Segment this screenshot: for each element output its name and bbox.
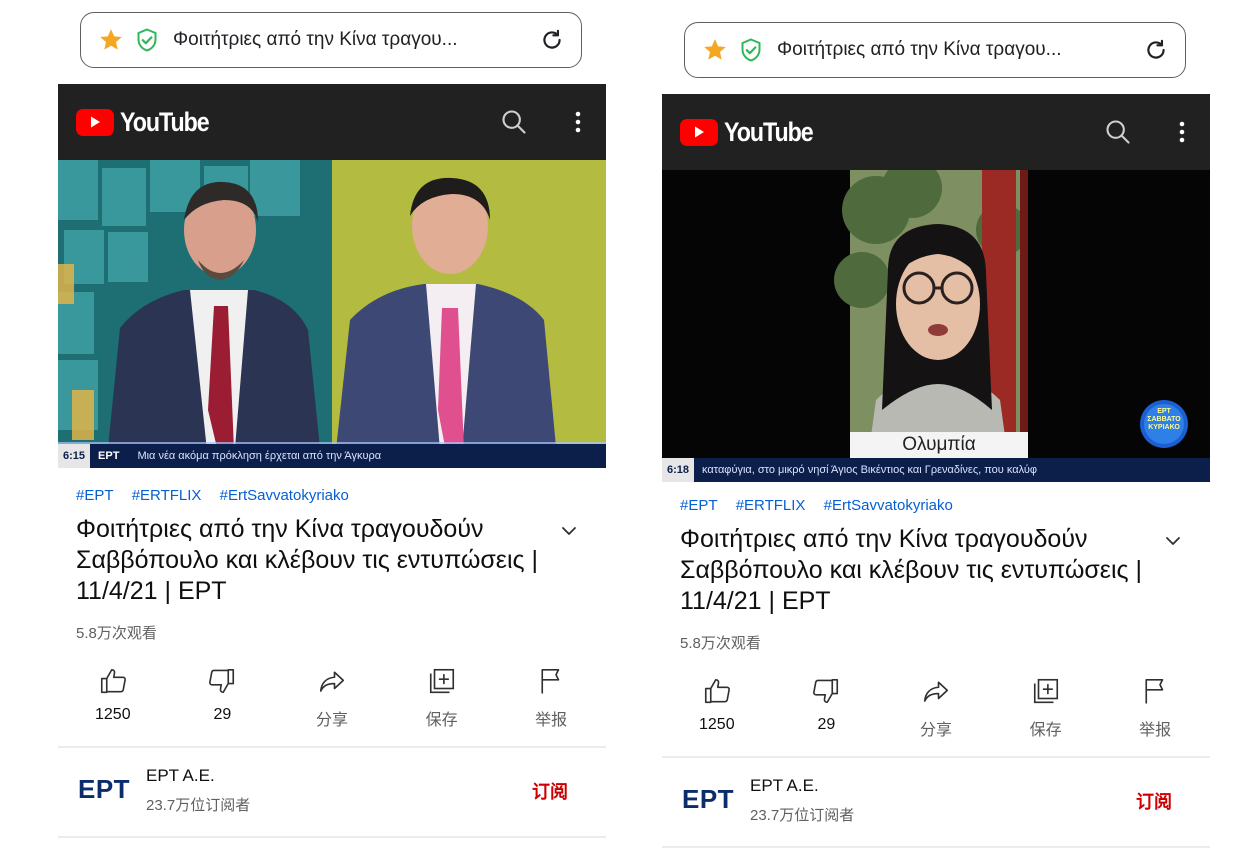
report-button[interactable]: 举报 [1100,674,1210,754]
save-playlist-icon [1029,674,1063,708]
video-player[interactable]: 6:15 EPT Μια νέα ακόμα πρόκληση έρχεται … [58,160,606,468]
video-player[interactable]: Ολυμπία EPT ΣΑΒΒΑΤΟ ΚΥΡΙΑΚΟ 6:18 καταφύγ… [662,170,1210,482]
hashtag-list: #EPT #ERTFLIX #ErtSavvatokyriako [680,497,967,514]
share-button[interactable]: 分享 [881,674,991,754]
dislike-count: 29 [213,706,232,723]
channel-row[interactable]: EPT EPT A.E. 23.7万位订阅者 订阅 [662,758,1210,846]
search-icon[interactable] [496,104,532,140]
badge-line: ΚΥΡΙΑΚΟ [1148,424,1180,431]
search-icon[interactable] [1100,114,1136,150]
thumbs-down-icon [809,674,843,708]
hashtag-list: #EPT #ERTFLIX #ErtSavvatokyriako [76,487,363,504]
ticker-time: 6:18 [662,458,695,482]
subscribe-button[interactable]: 订阅 [532,778,568,804]
share-button[interactable]: 分享 [277,664,387,744]
youtube-play-icon [76,108,114,136]
report-label: 举报 [535,712,568,729]
address-bar[interactable]: Φοιτήτριες από την Κίνα τραγου... [80,12,582,68]
view-count: 5.8万次观看 [76,625,157,642]
subscriber-count: 23.7万位订阅者 [146,797,251,814]
like-count: 1250 [699,716,735,733]
news-ticker: 6:18 καταφύγια, στο μικρό νησί Άγιος Βικ… [662,458,1210,482]
tab-title: Φοιτήτριες από την Κίνα τραγου... [173,29,458,50]
name-caption: Ολυμπία [902,434,976,455]
badge-line: ΣΑΒΒΑΤΟ [1147,416,1181,423]
youtube-header: YouTube [58,84,606,160]
save-button[interactable]: 保存 [991,674,1101,754]
ert-badge: EPT ΣΑΒΒΑΤΟ ΚΥΡΙΑΚΟ [1140,408,1188,432]
thumbs-up-icon [700,674,734,708]
youtube-logo[interactable]: YouTube [76,107,223,138]
save-playlist-icon [425,664,459,698]
flag-icon [1138,674,1172,708]
view-count: 5.8万次观看 [680,635,761,652]
hashtag-link[interactable]: #ErtSavvatokyriako [824,497,953,514]
hashtag-link[interactable]: #EPT [76,487,114,504]
security-shield-icon[interactable] [739,37,763,63]
youtube-play-icon [680,118,718,146]
hashtag-link[interactable]: #ErtSavvatokyriako [220,487,349,504]
chevron-down-icon[interactable] [1160,528,1186,554]
action-bar: 1250 29 分享 保存 举报 [662,674,1210,754]
dislike-count: 29 [817,716,836,733]
channel-avatar[interactable]: EPT [682,784,734,815]
like-button[interactable]: 1250 [58,664,168,744]
report-label: 举报 [1139,722,1172,739]
more-options-icon[interactable] [568,104,588,140]
share-label: 分享 [919,722,952,739]
youtube-logo[interactable]: YouTube [680,117,827,148]
subscriber-count: 23.7万位订阅者 [750,807,855,824]
subscribe-button[interactable]: 订阅 [1136,788,1172,814]
more-options-icon[interactable] [1172,114,1192,150]
reload-icon[interactable] [537,25,567,55]
reload-icon[interactable] [1141,35,1171,65]
bookmark-star-icon[interactable] [97,26,125,54]
ticker-time: 6:15 [58,444,91,468]
share-icon [919,674,953,708]
video-frame-news-anchors [58,160,606,468]
save-label: 保存 [425,712,458,729]
divider [58,836,606,838]
address-bar[interactable]: Φοιτήτριες από την Κίνα τραγου... [684,22,1186,78]
chevron-down-icon[interactable] [556,518,582,544]
youtube-wordmark: YouTube [724,116,814,147]
hashtag-link[interactable]: #ERTFLIX [132,487,202,504]
share-icon [315,664,349,698]
thumbs-up-icon [96,664,130,698]
channel-name[interactable]: EPT A.E. [750,776,819,796]
channel-row[interactable]: EPT EPT A.E. 23.7万位订阅者 订阅 [58,748,606,836]
thumbs-down-icon [205,664,239,698]
flag-icon [534,664,568,698]
badge-line: EPT [1157,408,1171,415]
ticker-text: Μια νέα ακόμα πρόκληση έρχεται από την Ά… [137,450,382,462]
report-button[interactable]: 举报 [496,664,606,744]
bookmark-star-icon[interactable] [701,36,729,64]
ticker-text: καταφύγια, στο μικρό νησί Άγιος Βικέντιο… [702,464,1037,476]
tab-title: Φοιτήτριες από την Κίνα τραγου... [777,39,1062,60]
youtube-wordmark: YouTube [120,106,210,137]
share-label: 分享 [315,712,348,729]
channel-avatar[interactable]: EPT [78,774,130,805]
dislike-button[interactable]: 29 [772,674,882,754]
action-bar: 1250 29 分享 保存 举报 [58,664,606,744]
youtube-header: YouTube [662,94,1210,170]
hashtag-link[interactable]: #EPT [680,497,718,514]
save-label: 保存 [1029,722,1062,739]
hashtag-link[interactable]: #ERTFLIX [736,497,806,514]
like-count: 1250 [95,706,131,723]
news-ticker: 6:15 EPT Μια νέα ακόμα πρόκληση έρχεται … [58,444,606,468]
divider [662,846,1210,848]
video-title: Φοιτήτριες από την Κίνα τραγουδούν Σαββό… [680,525,1142,615]
dislike-button[interactable]: 29 [168,664,278,744]
ticker-channel: EPT [98,450,120,462]
security-shield-icon[interactable] [135,27,159,53]
like-button[interactable]: 1250 [662,674,772,754]
save-button[interactable]: 保存 [387,664,497,744]
video-title: Φοιτήτριες από την Κίνα τραγουδούν Σαββό… [76,515,538,605]
channel-name[interactable]: EPT A.E. [146,766,215,786]
